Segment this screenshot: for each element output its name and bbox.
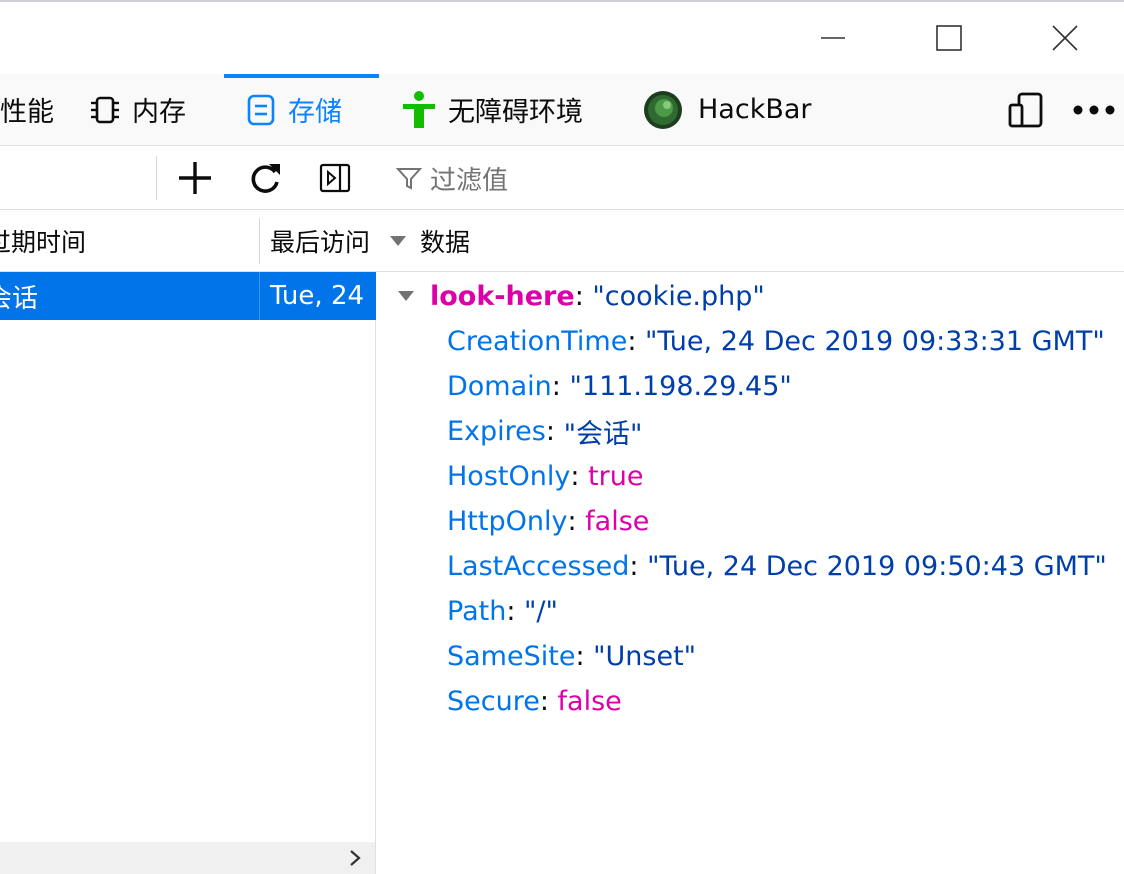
column-header-expires-label: 过期时间 — [0, 227, 87, 257]
prop-key: LastAccessed — [447, 550, 630, 582]
prop-separator: : — [627, 325, 645, 357]
prop-key: HostOnly — [447, 460, 571, 492]
prop-separator: : — [539, 685, 558, 717]
prop-key: Secure — [447, 685, 540, 717]
prop-separator: : — [567, 505, 586, 537]
tree-prop-row[interactable]: HostOnly: true — [447, 454, 643, 498]
table-cell-expires: 会话 — [0, 272, 260, 320]
minimize-button[interactable] — [774, 2, 892, 74]
tree-prop-row[interactable]: CreationTime: "Tue, 24 Dec 2019 09:33:31… — [447, 319, 1105, 363]
prop-key: Domain — [447, 370, 552, 402]
chevron-down-icon — [398, 291, 414, 301]
prop-separator: : — [575, 640, 594, 672]
tab-memory-label: 内存 — [132, 97, 186, 128]
minimize-icon — [821, 37, 845, 39]
prop-value: false — [557, 685, 622, 717]
prop-separator: : — [551, 370, 570, 402]
prop-value: true — [588, 460, 644, 492]
prop-value: "Unset" — [593, 640, 697, 672]
root-separator: : — [574, 280, 593, 312]
table-row[interactable]: 会话 Tue, 24 — [0, 272, 376, 320]
sidebar-header-label: 数据 — [420, 227, 471, 257]
window-titlebar — [0, 0, 1124, 74]
maximize-icon — [936, 25, 962, 51]
sidebar-toggle-icon — [319, 163, 351, 193]
filter-icon — [396, 168, 422, 190]
prop-key: SameSite — [447, 640, 576, 672]
cell-expires-text: 会话 — [0, 283, 39, 314]
maximize-button[interactable] — [890, 2, 1008, 74]
tab-storage[interactable]: 存储 — [224, 74, 379, 145]
tab-accessibility[interactable]: 无障碍环境 — [400, 74, 583, 145]
tree-prop-row[interactable]: SameSite: "Unset" — [447, 634, 696, 678]
table-horizontal-scrollbar[interactable] — [0, 842, 375, 874]
filter-values-input[interactable]: 过滤值 — [396, 146, 508, 210]
sidebar-header-data[interactable]: 数据 — [376, 210, 1124, 272]
close-icon — [1052, 25, 1078, 51]
prop-value: "Tue, 24 Dec 2019 09:50:43 GMT" — [647, 550, 1107, 582]
prop-value: "/" — [524, 595, 558, 627]
tree-prop-row[interactable]: Expires: "会话" — [447, 409, 642, 453]
prop-separator: : — [506, 595, 525, 627]
prop-key: Path — [447, 595, 507, 627]
tree-prop-row[interactable]: Secure: false — [447, 679, 622, 723]
tab-hackbar-label: HackBar — [698, 94, 812, 125]
prop-key: CreationTime — [447, 325, 628, 357]
responsive-design-icon — [1008, 92, 1043, 127]
prop-separator: : — [545, 415, 564, 447]
storage-toolbar — [0, 146, 1124, 210]
toggle-sidebar-button[interactable] — [312, 146, 358, 210]
prop-key: Expires — [447, 415, 546, 447]
tree-prop-row[interactable]: HttpOnly: false — [447, 499, 649, 543]
tab-performance-label: 性能 — [0, 97, 54, 128]
plus-icon — [179, 162, 211, 194]
toolbar-separator — [156, 156, 157, 200]
tree-root-node[interactable]: look-here : "cookie.php" — [396, 274, 765, 318]
responsive-design-button[interactable] — [1006, 74, 1046, 145]
refresh-button[interactable] — [242, 146, 288, 210]
more-options-button[interactable] — [1072, 74, 1116, 145]
prop-separator: : — [629, 550, 648, 582]
refresh-icon — [251, 164, 280, 193]
column-header-expires[interactable]: 过期时间 — [0, 210, 260, 272]
prop-value: "会话" — [563, 418, 643, 450]
root-value: "cookie.php" — [592, 280, 765, 312]
prop-key: HttpOnly — [447, 505, 568, 537]
more-options-icon — [1073, 105, 1115, 114]
tab-memory[interactable]: 内存 — [88, 74, 186, 145]
column-header-last-accessed[interactable]: 最后访问 — [260, 210, 376, 272]
accessibility-icon — [400, 90, 438, 130]
tab-performance[interactable]: 性能 — [0, 74, 54, 145]
filter-placeholder: 过滤值 — [430, 165, 509, 196]
tree-prop-row[interactable]: Domain: "111.198.29.45" — [447, 364, 792, 408]
prop-separator: : — [570, 460, 589, 492]
root-key: look-here — [430, 280, 575, 312]
tree-prop-row[interactable]: LastAccessed: "Tue, 24 Dec 2019 09:50:43… — [447, 544, 1107, 588]
chevron-down-icon — [390, 235, 406, 246]
prop-value: false — [585, 505, 650, 537]
hackbar-logo-icon — [642, 89, 684, 131]
devtools-tabbar: 性能 内存 存储 无障碍环境 HackBar — [0, 74, 1124, 146]
tab-accessibility-label: 无障碍环境 — [448, 97, 583, 128]
column-header-last-accessed-label: 最后访问 — [270, 227, 371, 257]
tree-prop-row[interactable]: Path: "/" — [447, 589, 558, 633]
tab-storage-label: 存储 — [288, 97, 342, 128]
prop-value: "111.198.29.45" — [569, 370, 792, 402]
table-cell-last-accessed: Tue, 24 — [260, 281, 364, 311]
storage-icon — [244, 93, 278, 127]
prop-value: "Tue, 24 Dec 2019 09:33:31 GMT" — [645, 325, 1105, 357]
cell-last-accessed-text: Tue, 24 — [270, 281, 365, 311]
scroll-right-button[interactable] — [335, 842, 375, 874]
tab-hackbar[interactable]: HackBar — [642, 74, 812, 145]
chevron-right-icon — [350, 850, 361, 866]
memory-chip-icon — [88, 93, 122, 127]
close-button[interactable] — [1006, 2, 1124, 74]
add-item-button[interactable] — [172, 146, 218, 210]
